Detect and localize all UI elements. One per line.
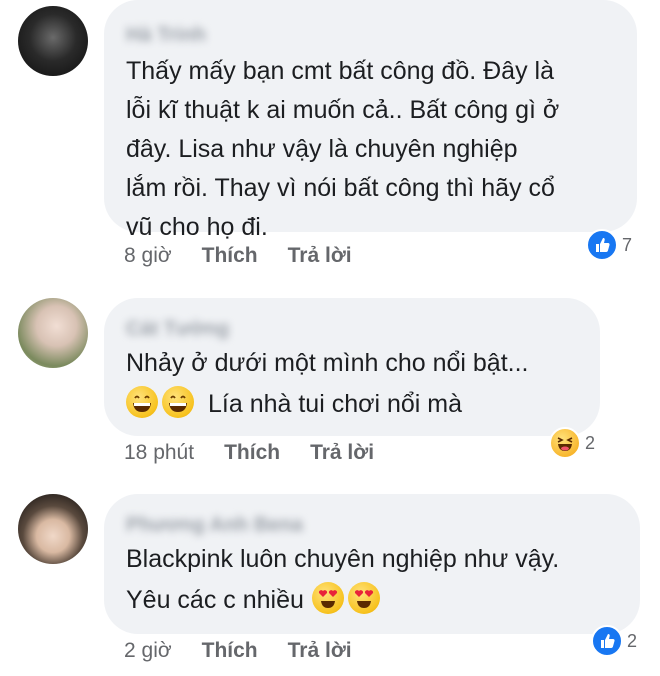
- comment-text-line: Yêu các c nhiều: [126, 581, 559, 620]
- comment-text-line: lắm rồi. Thay vì nói bất công thì hãy cổ: [126, 174, 555, 202]
- comment-text-line: Thấy mấy bạn cmt bất công đồ. Đây là: [126, 57, 554, 85]
- comment-timestamp[interactable]: 2 giờ: [124, 639, 172, 663]
- reaction-count: 7: [622, 234, 633, 255]
- comment-text-line: vũ cho họ đi.: [126, 213, 268, 241]
- comment-author[interactable]: Hà Trinh: [126, 24, 206, 47]
- comment-text-line: lỗi kĩ thuật k ai muốn cả.. Bất công gì …: [126, 96, 560, 124]
- avatar[interactable]: [18, 6, 88, 76]
- comment-text-line: đây. Lisa như vậy là chuyên nghiệp: [126, 135, 518, 163]
- like-icon: [591, 625, 623, 657]
- comment-text-line: Blackpink luôn chuyên nghiệp như vậy.: [126, 545, 560, 573]
- reply-link[interactable]: Trả lời: [288, 244, 352, 268]
- comment-author[interactable]: Phương Anh Bena: [126, 514, 303, 537]
- like-link[interactable]: Thích: [224, 441, 280, 465]
- comment-author[interactable]: Cát Tường: [126, 318, 229, 341]
- comment-timestamp[interactable]: 8 giờ: [124, 244, 172, 268]
- heart-eyes-emoji: [347, 582, 380, 614]
- avatar[interactable]: [18, 298, 88, 368]
- comment-text-line: Yêu các c nhiều: [126, 586, 304, 614]
- comment-timestamp[interactable]: 18 phút: [124, 441, 194, 465]
- comment-bubble: Phương Anh Bena Blackpink luôn chuyên ng…: [104, 494, 640, 634]
- comment-bubble: Cát Tường Nhảy ở dưới một mình cho nổi b…: [104, 298, 600, 436]
- reply-link[interactable]: Trả lời: [310, 441, 374, 465]
- comment-meta: 18 phút Thích Trả lời: [124, 441, 374, 465]
- reaction-summary[interactable]: 7: [586, 228, 632, 262]
- comment-text: Thấy mấy bạn cmt bất công đồ. Đây là lỗi…: [126, 52, 559, 247]
- comment-meta: 8 giờ Thích Trả lời: [124, 244, 352, 268]
- comment-text-line: Nhảy ở dưới một mình cho nổi bật...: [126, 349, 529, 377]
- reaction-summary[interactable]: 2: [591, 624, 637, 658]
- like-link[interactable]: Thích: [202, 639, 258, 663]
- like-link[interactable]: Thích: [202, 244, 258, 268]
- comment-bubble: Hà Trinh Thấy mấy bạn cmt bất công đồ. Đ…: [104, 0, 637, 241]
- grinning-face-emoji: [162, 386, 194, 418]
- like-icon: [586, 229, 618, 261]
- haha-icon: [549, 427, 581, 459]
- reply-link[interactable]: Trả lời: [288, 639, 352, 663]
- heart-eyes-emoji: [311, 582, 344, 614]
- avatar[interactable]: [18, 494, 88, 564]
- comment-text-line: Lía nhà tui chơi nổi mà: [126, 385, 528, 424]
- comment-text: Blackpink luôn chuyên nghiệp như vậy. Yê…: [126, 540, 559, 620]
- comment-meta: 2 giờ Thích Trả lời: [124, 639, 352, 663]
- comment-text-line: Lía nhà tui chơi nổi mà: [208, 390, 463, 418]
- reaction-summary[interactable]: 2: [549, 426, 595, 460]
- grinning-face-emoji: [126, 386, 158, 418]
- reaction-count: 2: [585, 432, 596, 453]
- reaction-count: 2: [627, 630, 638, 651]
- comment-text: Nhảy ở dưới một mình cho nổi bật... Lía …: [126, 344, 528, 424]
